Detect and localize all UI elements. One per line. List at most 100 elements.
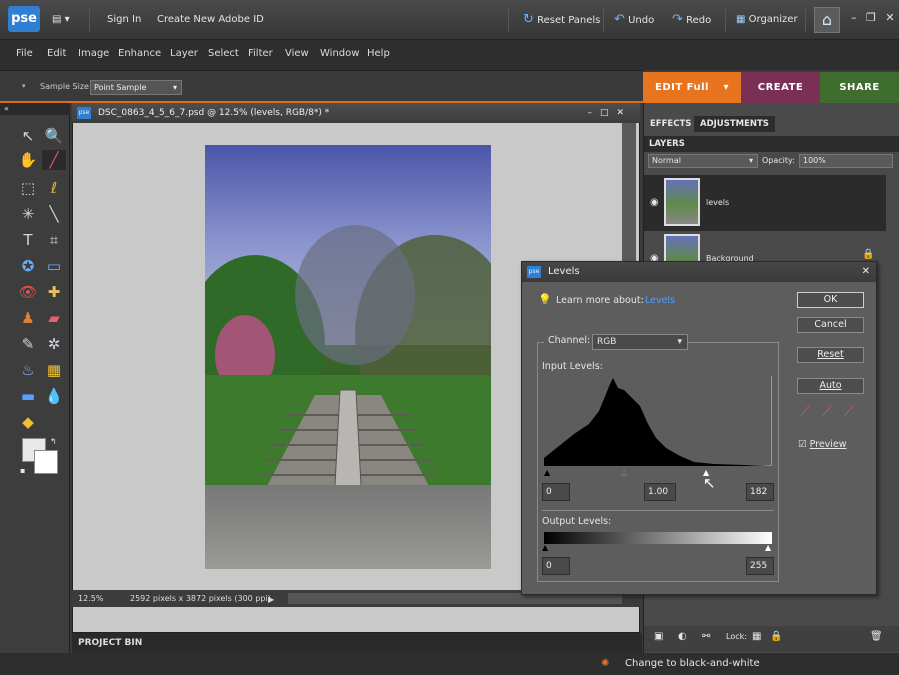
red-eye-tool-icon[interactable]: 👁	[16, 282, 40, 302]
crop-tool-icon[interactable]: ⌗	[42, 230, 66, 250]
share-tab[interactable]: SHARE	[820, 72, 899, 103]
tab-effects[interactable]: EFFECTS	[644, 116, 697, 132]
link-icon[interactable]: ⚯	[702, 631, 710, 642]
lasso-tool-icon[interactable]: ℓ	[42, 178, 66, 198]
white-output-slider-handle[interactable]: ▲	[765, 543, 771, 552]
restore-icon[interactable]: ❐	[866, 11, 876, 24]
edit-full-label: EDIT Full	[655, 82, 709, 93]
default-colors-icon[interactable]: ▪	[20, 466, 25, 475]
menu-help[interactable]: Help	[367, 48, 390, 59]
workspace-menu-button[interactable]: ▤ ▾	[52, 9, 70, 31]
opacity-field[interactable]: 100%	[799, 154, 893, 168]
eyedropper-tool-icon[interactable]: ╱	[42, 150, 66, 170]
blur-tool-icon[interactable]: 💧	[42, 386, 66, 406]
project-bin-bar[interactable]: PROJECT BIN	[72, 633, 642, 653]
quick-selection-tool-icon[interactable]: ╲	[42, 204, 66, 224]
menu-edit[interactable]: Edit	[47, 48, 66, 59]
lock-all-icon[interactable]: 🔒	[770, 631, 782, 642]
redo-button[interactable]: ↷ Redo	[672, 9, 711, 31]
close-icon[interactable]: ✕	[862, 262, 870, 282]
levels-title-bar[interactable]: pse Levels ✕	[522, 262, 876, 282]
menu-layer[interactable]: Layer	[170, 48, 198, 59]
auto-button[interactable]: Auto	[797, 378, 864, 394]
gradient-tool-icon[interactable]: ▦	[42, 360, 66, 380]
new-layer-icon[interactable]: ▣	[654, 631, 663, 642]
window-controls: – ❐ ✕	[851, 7, 895, 29]
pse-doc-icon: pse	[77, 107, 91, 119]
background-color-swatch[interactable]	[34, 450, 58, 474]
create-tab[interactable]: CREATE	[741, 72, 820, 103]
smart-brush-tool-icon[interactable]: ✲	[42, 334, 66, 354]
marquee-tool-icon[interactable]: ⬚	[16, 178, 40, 198]
sponge-tool-icon[interactable]: ◆	[16, 412, 40, 432]
white-point-eyedropper-icon[interactable]: ⟋	[844, 404, 854, 420]
menu-select[interactable]: Select	[208, 48, 239, 59]
channel-dropdown[interactable]: RGB ▾	[592, 334, 688, 350]
eraser-tool-icon[interactable]: ▰	[42, 308, 66, 328]
clone-stamp-tool-icon[interactable]: ♟	[16, 308, 40, 328]
menu-view[interactable]: View	[285, 48, 309, 59]
layer-row-levels[interactable]: ◉ levels	[644, 175, 886, 231]
gray-point-eyedropper-icon[interactable]: ⟋	[822, 404, 832, 420]
app-logo: pse	[8, 6, 40, 32]
black-input-slider-handle[interactable]: ▲	[544, 468, 550, 477]
close-icon[interactable]: ✕	[885, 11, 894, 24]
preview-checkbox[interactable]: ☑ Preview	[798, 439, 847, 450]
swap-colors-icon[interactable]: ↰	[50, 437, 57, 446]
type-tool-icon[interactable]: T	[16, 230, 40, 250]
input-white-field[interactable]: 182	[746, 483, 774, 501]
menu-enhance[interactable]: Enhance	[118, 48, 161, 59]
status-menu-icon[interactable]: ▶	[268, 591, 274, 608]
adjustment-layer-icon[interactable]: ◐	[678, 631, 687, 642]
output-black-field[interactable]: 0	[542, 557, 570, 575]
maximize-icon[interactable]: □	[600, 108, 617, 118]
menu-file[interactable]: File	[16, 48, 33, 59]
hand-tool-icon[interactable]: ✋	[16, 150, 40, 170]
lock-transparency-icon[interactable]: ▦	[752, 631, 761, 642]
reset-panels-button[interactable]: ↻ Reset Panels	[523, 9, 600, 31]
healing-brush-tool-icon[interactable]: ✚	[42, 282, 66, 302]
organizer-label: Organizer	[748, 14, 798, 25]
learn-more-link[interactable]: Levels	[645, 295, 675, 306]
recompose-tool-icon[interactable]: ▭	[42, 256, 66, 276]
output-white-field[interactable]: 255	[746, 557, 774, 575]
input-slider-track[interactable]: ▲ △ ▲	[544, 466, 772, 480]
input-gamma-field[interactable]: 1.00	[644, 483, 676, 501]
black-point-eyedropper-icon[interactable]: ⟋	[800, 404, 810, 420]
eye-icon[interactable]: ◉	[650, 197, 659, 208]
sample-size-dropdown[interactable]: Point Sample ▾	[90, 80, 182, 95]
sign-in-link[interactable]: Sign In	[107, 9, 141, 31]
minimize-icon[interactable]: –	[587, 108, 600, 118]
menu-window[interactable]: Window	[320, 48, 359, 59]
edit-full-tab[interactable]: EDIT Full ▾	[643, 72, 741, 103]
undo-button[interactable]: ↶ Undo	[614, 9, 654, 31]
lightbulb-icon: 💡	[538, 293, 552, 306]
document-image	[185, 145, 515, 569]
menu-image[interactable]: Image	[78, 48, 109, 59]
black-output-slider-handle[interactable]: ▲	[542, 543, 548, 552]
cancel-button[interactable]: Cancel	[797, 317, 864, 333]
reset-button[interactable]: Reset	[797, 347, 864, 363]
move-tool-icon[interactable]: ↖	[16, 126, 40, 146]
create-adobe-id-link[interactable]: Create New Adobe ID	[157, 9, 264, 31]
brush-tool-icon[interactable]: ✎	[16, 334, 40, 354]
tab-adjustments[interactable]: ADJUSTMENTS	[694, 116, 775, 132]
minimize-icon[interactable]: –	[851, 11, 857, 24]
paint-bucket-tool-icon[interactable]: ♨	[16, 360, 40, 380]
magic-wand-tool-icon[interactable]: ✳	[16, 204, 40, 224]
close-icon[interactable]: ✕	[616, 108, 632, 118]
shape-tool-icon[interactable]: ▬	[16, 386, 40, 406]
menu-filter[interactable]: Filter	[248, 48, 273, 59]
blend-mode-dropdown[interactable]: Normal ▾	[648, 154, 758, 168]
gamma-slider-handle[interactable]: △	[621, 468, 627, 477]
cookie-cutter-tool-icon[interactable]: ✪	[16, 256, 40, 276]
toolbox-collapse-icon[interactable]: «	[0, 103, 70, 115]
ok-button[interactable]: OK	[797, 292, 864, 308]
status-message[interactable]: Change to black-and-white	[625, 653, 760, 675]
input-black-field[interactable]: 0	[542, 483, 570, 501]
home-icon[interactable]: ⌂	[814, 7, 840, 33]
organizer-button[interactable]: ▦ Organizer	[736, 9, 798, 31]
zoom-tool-icon[interactable]: 🔍	[42, 126, 66, 146]
options-arrow-icon[interactable]: ▾	[22, 82, 26, 90]
trash-icon[interactable]: 🗑	[870, 631, 883, 642]
